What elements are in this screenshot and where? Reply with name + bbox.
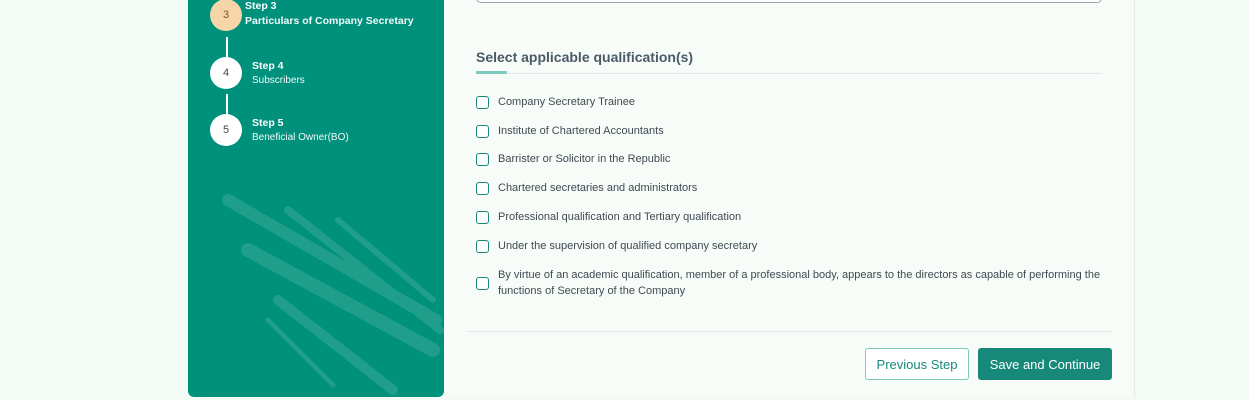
step-4[interactable]: 4 Step 4 Subscribers xyxy=(210,57,305,89)
qualification-label: Institute of Chartered Accountants xyxy=(498,125,664,137)
qualification-checkbox[interactable] xyxy=(476,181,489,195)
qualification-label: By virtue of an academic qualification, … xyxy=(498,269,1101,297)
qualification-option[interactable]: Chartered secretaries and administrators xyxy=(476,180,1108,196)
step-5[interactable]: 5 Step 5 Beneficial Owner(BO) xyxy=(210,114,349,146)
qualification-option[interactable]: Company Secretary Trainee xyxy=(476,94,1108,110)
qualification-label: Barrister or Solicitor in the Republic xyxy=(498,153,671,165)
step-3[interactable]: 3 Step 3 Particulars of Company Secretar… xyxy=(210,0,414,31)
stepper-sidebar: 3 Step 3 Particulars of Company Secretar… xyxy=(188,0,444,397)
step-3-title: Step 3 xyxy=(245,0,277,12)
qualification-option[interactable]: Under the supervision of qualified compa… xyxy=(476,238,1108,254)
step-connector xyxy=(226,94,228,114)
qualification-label: Professional qualification and Tertiary … xyxy=(498,211,742,223)
step-3-subtitle: Particulars of Company Secretary xyxy=(245,15,414,27)
qualification-checkbox[interactable] xyxy=(476,95,489,109)
save-and-continue-button[interactable]: Save and Continue xyxy=(978,348,1112,380)
step-4-title: Step 4 xyxy=(252,60,284,72)
previous-input-field[interactable] xyxy=(476,0,1102,3)
qualification-option[interactable]: Institute of Chartered Accountants xyxy=(476,123,1108,139)
step-5-subtitle: Beneficial Owner(BO) xyxy=(252,132,349,143)
qualification-checkbox[interactable] xyxy=(476,239,489,253)
footer-divider xyxy=(466,331,1112,332)
qualifications-title: Select applicable qualification(s) xyxy=(476,49,694,65)
step-5-number: 5 xyxy=(210,114,242,146)
qualification-checkbox[interactable] xyxy=(476,124,489,138)
form-panel: Select applicable qualification(s) Compa… xyxy=(444,0,1135,397)
step-4-number: 4 xyxy=(210,57,242,89)
step-4-subtitle: Subscribers xyxy=(252,75,305,86)
qualification-checkbox[interactable] xyxy=(476,276,489,290)
qualification-option[interactable]: Professional qualification and Tertiary … xyxy=(476,209,1108,225)
step-3-number: 3 xyxy=(210,0,242,31)
step-5-title: Step 5 xyxy=(252,117,284,129)
qualification-label: Chartered secretaries and administrators xyxy=(498,182,698,194)
qualification-checkbox[interactable] xyxy=(476,210,489,224)
section-divider xyxy=(476,73,1102,74)
qualification-option[interactable]: Barrister or Solicitor in the Republic xyxy=(476,151,1108,167)
section-title-underline xyxy=(476,71,507,74)
qualification-option[interactable]: By virtue of an academic qualification, … xyxy=(476,267,1108,299)
qualification-label: Under the supervision of qualified compa… xyxy=(498,240,758,252)
step-connector xyxy=(226,37,228,57)
qualification-checkbox[interactable] xyxy=(476,152,489,166)
qualification-label: Company Secretary Trainee xyxy=(498,96,635,108)
previous-step-button[interactable]: Previous Step xyxy=(865,348,969,380)
